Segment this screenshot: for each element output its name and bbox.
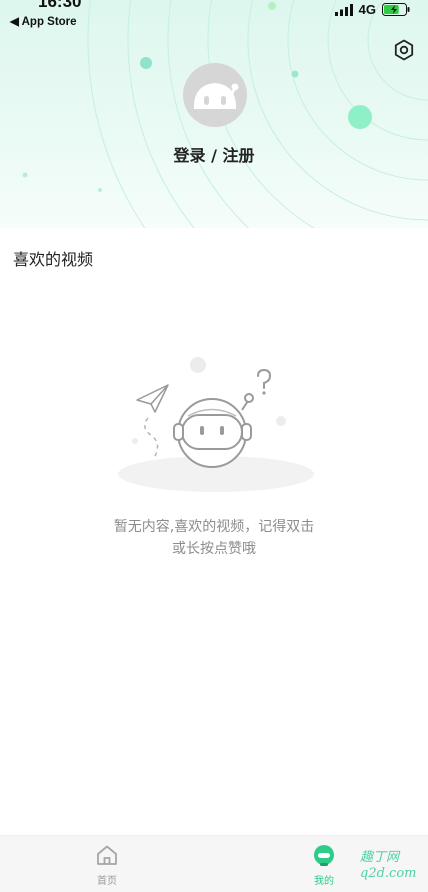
login-register-link[interactable]: 登录 / 注册 — [0, 142, 428, 166]
avatar[interactable] — [183, 63, 247, 127]
watermark-line-1: 趣丁网 — [360, 850, 400, 865]
default-avatar-icon — [183, 63, 247, 127]
back-to-app-store-link[interactable]: ◀ App Store — [10, 14, 77, 28]
robot-face-icon — [314, 845, 334, 866]
status-bar: 16:30 ◀ App Store 4G — [0, 0, 428, 34]
settings-button[interactable] — [392, 38, 416, 62]
home-icon — [97, 845, 117, 865]
network-type: 4G — [358, 2, 376, 17]
signal-icon — [334, 3, 353, 16]
gear-icon — [394, 39, 414, 61]
empty-state-line-2: 或长按点赞哦 — [172, 541, 256, 557]
profile-header: 16:30 ◀ App Store 4G 登录 / 注册 — [0, 0, 428, 228]
watermark-line-2: q2d.com — [360, 866, 417, 881]
watermark: 趣丁网 q2d.com — [360, 850, 416, 882]
battery-icon — [382, 3, 410, 16]
status-right: 4G — [334, 2, 410, 17]
status-time: 16:30 — [38, 0, 82, 11]
empty-state-line-1: 暂无内容,喜欢的视频，记得双击 — [113, 519, 315, 535]
tab-home[interactable]: 首页 — [77, 844, 137, 887]
favorites-section-title: 喜欢的视频 — [13, 250, 94, 269]
tab-home-label: 首页 — [97, 876, 117, 887]
tab-mine-label: 我的 — [314, 876, 334, 887]
empty-state-message: 暂无内容,喜欢的视频，记得双击 或长按点赞哦 — [0, 516, 428, 560]
tab-mine[interactable]: 我的 — [294, 844, 354, 887]
empty-state-robot-icon — [118, 357, 314, 492]
